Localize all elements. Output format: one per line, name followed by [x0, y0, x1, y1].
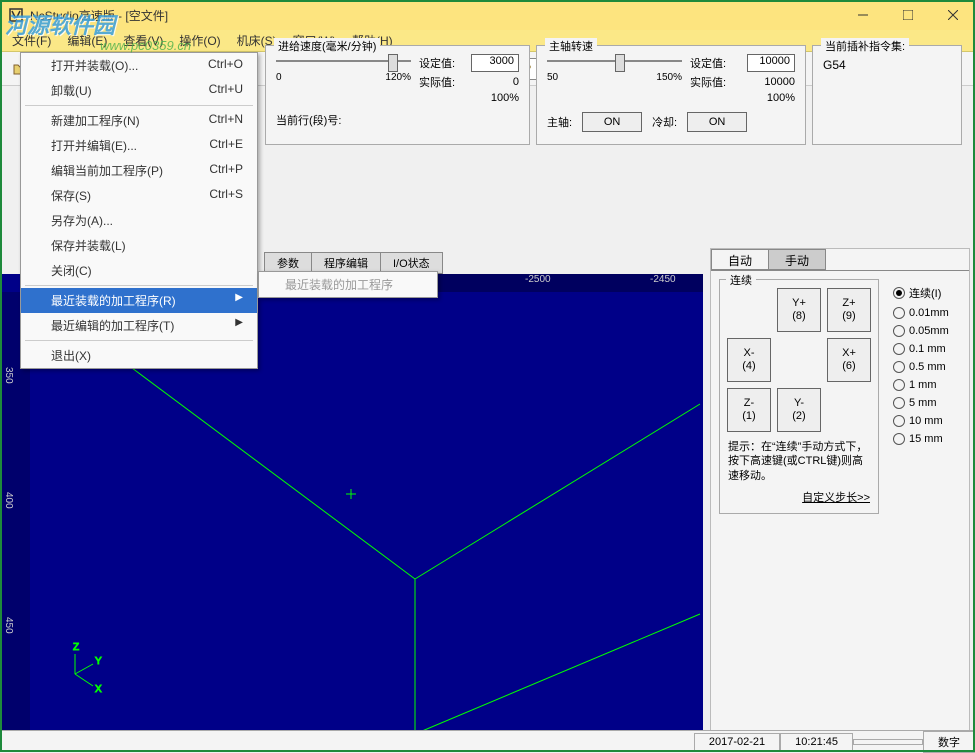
menu-item[interactable]: 保存(S)Ctrl+S	[21, 183, 257, 208]
jog-z-minus[interactable]: Z-(1)	[727, 388, 771, 432]
svg-text:X: X	[95, 684, 102, 695]
feed-set-value[interactable]: 3000	[471, 54, 519, 72]
spindle-onoff-label: 主轴:	[547, 114, 572, 130]
feed-act-value: 0	[471, 76, 519, 88]
jog-panel: 自动 手动 连续 Y+(8) Z+(9) X-(4) X+(6) Z-(1) Y…	[710, 248, 970, 752]
menu-item[interactable]: 最近装载的加工程序(R)▶	[21, 288, 257, 313]
spindle-tick-max: 150%	[656, 72, 682, 83]
step-radios: 连续(I) 0.01mm 0.05mm 0.1 mm 0.5 mm 1 mm 5…	[893, 279, 963, 451]
close-button[interactable]	[930, 0, 975, 30]
feed-tick-max: 120%	[385, 72, 411, 83]
window-title: NcStudio高速版 - [空文件]	[30, 7, 168, 24]
svg-text:Y: Y	[95, 656, 102, 667]
radio-5[interactable]: 5 mm	[893, 397, 963, 409]
jog-group-title: 连续	[726, 272, 756, 288]
status-mode: 数字	[923, 731, 975, 753]
spindle-on-button[interactable]: ON	[582, 112, 642, 132]
tab-manual[interactable]: 手动	[768, 249, 826, 270]
cmdset-group: 当前插补指令集: G54	[812, 45, 962, 145]
recent-load-submenu: 最近装载的加工程序	[258, 271, 438, 298]
custom-step-link[interactable]: 自定义步长>>	[728, 489, 870, 505]
minimize-button[interactable]	[840, 0, 885, 30]
feed-act-label: 实际值:	[419, 74, 455, 90]
menu-item[interactable]: 编辑当前加工程序(P)Ctrl+P	[21, 158, 257, 183]
jog-x-minus[interactable]: X-(4)	[727, 338, 771, 382]
menu-view[interactable]: 查看(V)	[115, 30, 171, 51]
tab-auto[interactable]: 自动	[711, 249, 769, 270]
jog-x-plus[interactable]: X+(6)	[827, 338, 871, 382]
menu-file[interactable]: 文件(F)	[4, 30, 59, 51]
maximize-button[interactable]	[885, 0, 930, 30]
jog-y-minus[interactable]: Y-(2)	[777, 388, 821, 432]
spindle-slider[interactable]	[547, 52, 682, 70]
radio-01[interactable]: 0.1 mm	[893, 343, 963, 355]
status-time: 10:21:45	[780, 733, 853, 751]
radio-1[interactable]: 1 mm	[893, 379, 963, 391]
jog-y-plus[interactable]: Y+(8)	[777, 288, 821, 332]
feed-set-label: 设定值:	[419, 55, 455, 71]
menu-item[interactable]: 退出(X)	[21, 343, 257, 368]
spindle-set-value[interactable]: 10000	[747, 54, 795, 72]
radio-001[interactable]: 0.01mm	[893, 307, 963, 319]
menu-item[interactable]: 最近编辑的加工程序(T)▶	[21, 313, 257, 338]
menu-item[interactable]: 打开并编辑(E)...Ctrl+E	[21, 133, 257, 158]
status-date: 2017-02-21	[694, 733, 780, 751]
window-titlebar: NcStudio高速版 - [空文件]	[0, 0, 975, 30]
cmdset-title: 当前插补指令集:	[821, 38, 909, 54]
menu-operate[interactable]: 操作(O)	[171, 30, 228, 51]
spindle-act-label: 实际值:	[690, 74, 726, 90]
radio-continuous[interactable]: 连续(I)	[893, 285, 963, 301]
radio-05[interactable]: 0.5 mm	[893, 361, 963, 373]
menu-item[interactable]: 关闭(C)	[21, 258, 257, 283]
menu-item[interactable]: 另存为(A)...	[21, 208, 257, 233]
spindle-set-label: 设定值:	[690, 55, 726, 71]
jog-hint: 提示：在“连续”手动方式下，按下高速键(或CTRL键)则高速移动。	[728, 440, 870, 483]
svg-text:Z: Z	[73, 642, 79, 653]
file-menu-dropdown: 打开并装载(O)...Ctrl+O卸载(U)Ctrl+U 新建加工程序(N)Ctr…	[20, 52, 258, 369]
jog-z-plus[interactable]: Z+(9)	[827, 288, 871, 332]
status-bar: 2017-02-21 10:21:45 数字	[0, 730, 975, 752]
menu-item[interactable]: 打开并装载(O)...Ctrl+O	[21, 53, 257, 78]
spindle-act-value: 10000	[747, 76, 795, 88]
cool-label: 冷却:	[652, 114, 677, 130]
radio-10[interactable]: 10 mm	[893, 415, 963, 427]
feed-tick-min: 0	[276, 72, 282, 83]
menu-item[interactable]: 新建加工程序(N)Ctrl+N	[21, 108, 257, 133]
feed-group: 进给速度(毫米/分钟) 0120% 设定值:3000 实际值:0 100% 当前…	[265, 45, 530, 145]
submenu-recent-label: 最近装载的加工程序	[259, 272, 437, 297]
menu-item[interactable]: 保存并装载(L)	[21, 233, 257, 258]
feed-pct: 100%	[491, 92, 519, 104]
feed-slider[interactable]	[276, 52, 411, 70]
cool-on-button[interactable]: ON	[687, 112, 747, 132]
menu-edit[interactable]: 编辑(E)	[59, 30, 115, 51]
spindle-tick-min: 50	[547, 72, 558, 83]
current-line-label: 当前行(段)号:	[276, 112, 519, 128]
cmdset-value: G54	[823, 58, 951, 72]
radio-15[interactable]: 15 mm	[893, 433, 963, 445]
menu-item[interactable]: 卸载(U)Ctrl+U	[21, 78, 257, 103]
app-icon	[8, 7, 24, 23]
radio-005[interactable]: 0.05mm	[893, 325, 963, 337]
spindle-group: 主轴转速 50150% 设定值:10000 实际值:10000 100% 主轴:…	[536, 45, 806, 145]
spindle-pct: 100%	[767, 92, 795, 104]
